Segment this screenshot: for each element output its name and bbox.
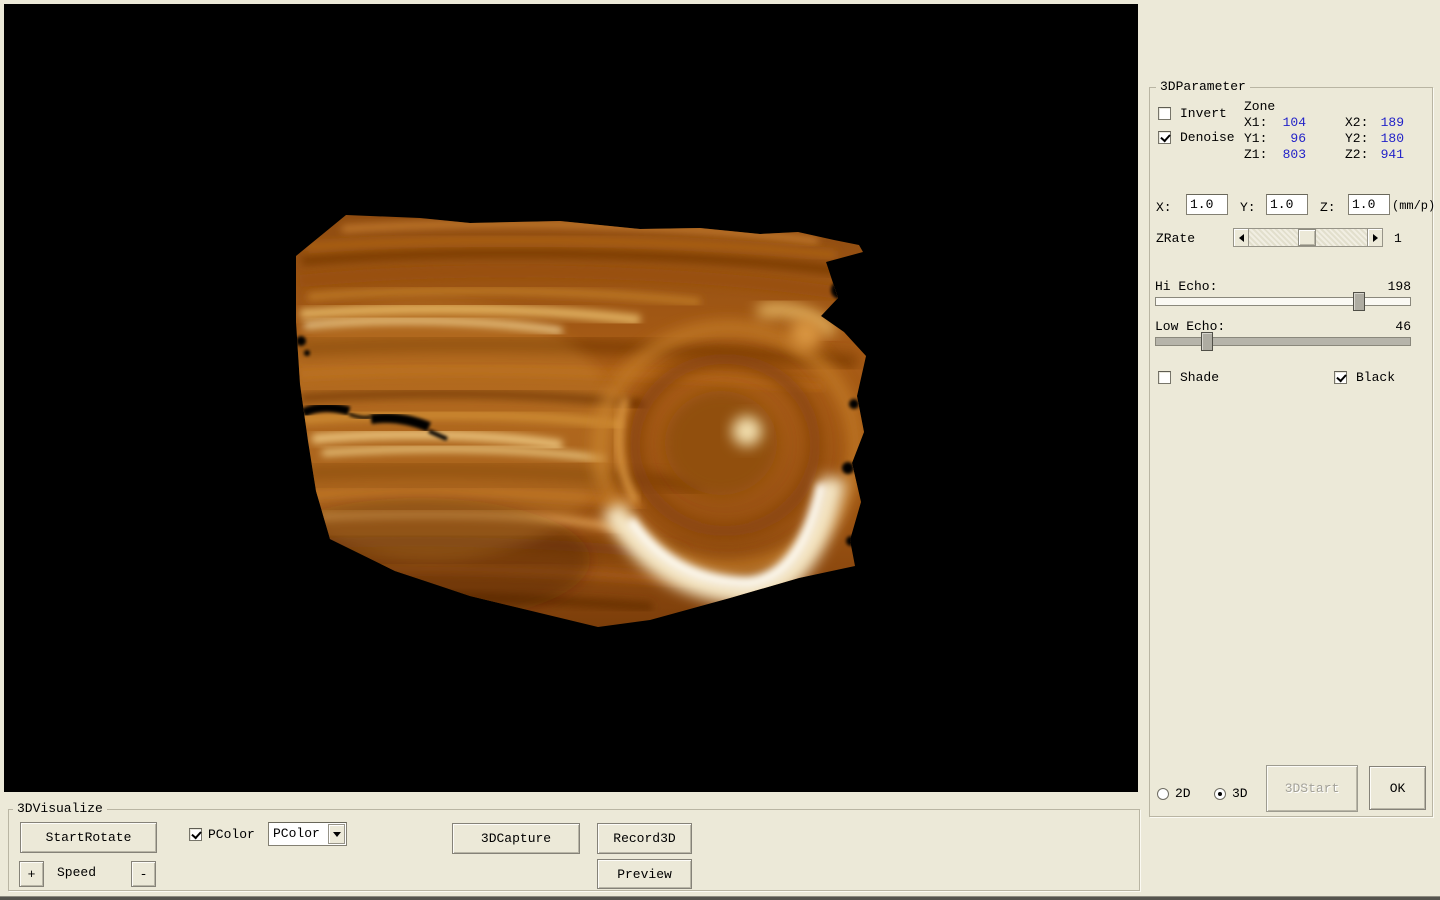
record3d-button[interactable]: Record3D [597,823,692,854]
mode-3d-label: 3D [1232,786,1248,801]
zrate-thumb[interactable] [1298,229,1316,246]
black-label: Black [1356,370,1395,385]
app-window: 3DParameter Invert Denoise Zone X1: 104 … [0,0,1440,900]
ok-button[interactable]: OK [1369,766,1426,810]
zone-z2-value: 941 [1360,147,1404,162]
hi-echo-slider[interactable] [1155,292,1411,311]
zone-title: Zone [1244,99,1275,114]
right-arrow-icon [1373,234,1382,242]
left-arrow-icon [1235,234,1244,242]
hi-echo-track[interactable] [1155,297,1411,306]
render-viewport[interactable] [4,4,1138,792]
y-scale-label: Y: [1240,200,1256,215]
z-scale-label: Z: [1320,200,1336,215]
zrate-track[interactable] [1249,228,1367,247]
preview-button[interactable]: Preview [597,859,692,889]
pcolor-select-dropdown-button[interactable] [328,824,345,844]
x-scale-input[interactable] [1186,194,1228,215]
zrate-label: ZRate [1156,231,1195,246]
low-echo-slider[interactable] [1155,332,1411,351]
zrate-left-arrow[interactable] [1233,228,1249,247]
denoise-checkbox[interactable] [1158,131,1171,144]
low-echo-track[interactable] [1155,337,1411,346]
zone-y2-value: 180 [1360,131,1404,146]
pcolor-select-value: PColor [273,826,320,841]
black-checkbox[interactable] [1334,371,1347,384]
zone-z1-value: 803 [1262,147,1306,162]
start-rotate-button[interactable]: StartRotate [20,822,157,853]
zrate-scrollbar[interactable] [1233,228,1383,247]
z-scale-input[interactable] [1348,194,1390,215]
parameter-group-title: 3DParameter [1156,79,1250,94]
shade-label: Shade [1180,370,1219,385]
x-scale-label: X: [1156,200,1172,215]
pcolor-select[interactable]: PColor [268,822,347,846]
volume-render-3d [4,4,1138,792]
invert-label: Invert [1180,106,1227,121]
pcolor-label: PColor [208,827,255,842]
speed-minus-button[interactable]: - [131,861,156,887]
invert-checkbox[interactable] [1158,107,1171,120]
start3d-button[interactable]: 3DStart [1266,765,1358,812]
speed-label: Speed [57,865,96,880]
denoise-label: Denoise [1180,130,1235,145]
scale-unit-label: (mm/p) [1392,199,1435,213]
speed-plus-button[interactable]: + [19,861,44,887]
chevron-down-icon [333,832,341,841]
low-echo-thumb[interactable] [1201,332,1213,351]
zone-y1-value: 96 [1262,131,1306,146]
zrate-value: 1 [1394,231,1402,246]
mode-3d-radio[interactable] [1214,788,1226,800]
zrate-right-arrow[interactable] [1367,228,1383,247]
y-scale-input[interactable] [1266,194,1308,215]
zone-x2-value: 189 [1360,115,1404,130]
capture3d-button[interactable]: 3DCapture [452,823,580,854]
shade-checkbox[interactable] [1158,371,1171,384]
mode-2d-label: 2D [1175,786,1191,801]
visualize-group-title: 3DVisualize [13,801,107,816]
pcolor-checkbox[interactable] [189,828,202,841]
mode-2d-radio[interactable] [1157,788,1169,800]
zone-x1-value: 104 [1262,115,1306,130]
hi-echo-thumb[interactable] [1353,292,1365,311]
